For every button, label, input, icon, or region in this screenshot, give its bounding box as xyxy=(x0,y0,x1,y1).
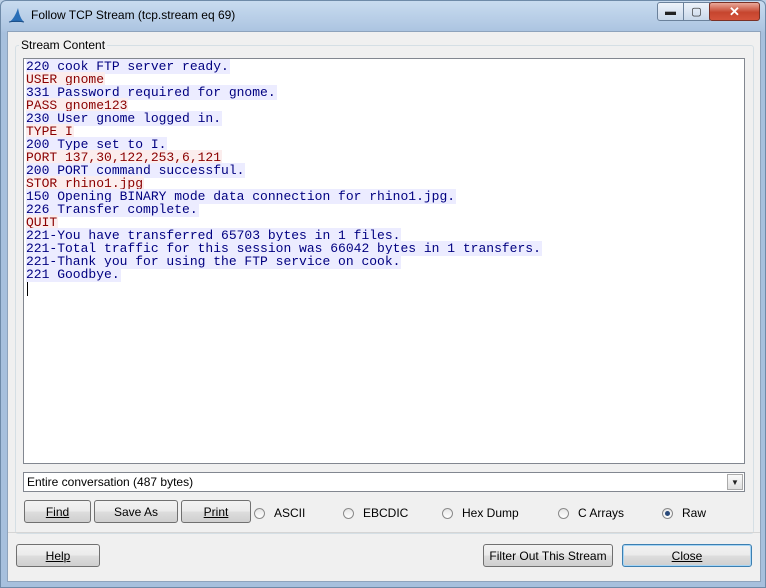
format-radio-ascii[interactable]: ASCII xyxy=(254,505,305,521)
save-as-button[interactable]: Save As xyxy=(94,500,178,523)
follow-tcp-stream-window: Follow TCP Stream (tcp.stream eq 69) ▬ ▢… xyxy=(0,0,766,588)
server-line: 226 Transfer complete. xyxy=(26,202,199,217)
format-radio-raw[interactable]: Raw xyxy=(662,505,706,521)
radio-c-arrays[interactable] xyxy=(558,507,569,519)
window-close-button[interactable]: ✕ xyxy=(709,2,760,21)
radio-ebcdic[interactable] xyxy=(343,507,354,519)
minimize-icon: ▬ xyxy=(665,5,676,18)
window-title: Follow TCP Stream (tcp.stream eq 69) xyxy=(31,8,236,22)
maximize-icon: ▢ xyxy=(691,6,702,18)
stream-content-textarea[interactable]: 220 cook FTP server ready. USER gnome 331 … xyxy=(23,58,745,464)
format-radio-hex-dump[interactable]: Hex Dump xyxy=(442,505,519,521)
minimize-button[interactable]: ▬ xyxy=(657,2,684,21)
maximize-button[interactable]: ▢ xyxy=(683,2,710,21)
format-radio-c-arrays[interactable]: C Arrays xyxy=(558,505,624,521)
radio-raw[interactable] xyxy=(662,507,673,519)
server-line: 331 Password required for gnome. xyxy=(26,85,277,100)
help-button[interactable]: Help xyxy=(16,544,100,567)
filter-out-stream-button[interactable]: Filter Out This Stream xyxy=(483,544,613,567)
format-radio-ebcdic[interactable]: EBCDIC xyxy=(343,505,408,521)
wireshark-fin-icon xyxy=(8,8,25,23)
server-line: 230 User gnome logged in. xyxy=(26,111,223,126)
stream-content-label: Stream Content xyxy=(19,38,108,52)
close-icon: ✕ xyxy=(729,3,740,19)
server-line: 221-Thank you for using the FTP service … xyxy=(26,254,402,269)
footer-separator xyxy=(8,532,760,533)
dialog-client-area: Stream Content 220 cook FTP server ready… xyxy=(7,31,761,582)
radio-ascii[interactable] xyxy=(254,507,265,519)
print-button[interactable]: Print xyxy=(181,500,251,523)
conversation-select[interactable]: Entire conversation (487 bytes) ▼ xyxy=(23,472,745,492)
close-button[interactable]: Close xyxy=(622,544,752,567)
find-button[interactable]: Find xyxy=(24,500,91,523)
radio-hex-dump[interactable] xyxy=(442,507,453,519)
conversation-select-value: Entire conversation (487 bytes) xyxy=(27,475,194,489)
server-line: 220 cook FTP server ready. xyxy=(26,59,230,74)
title-bar[interactable]: Follow TCP Stream (tcp.stream eq 69) ▬ ▢… xyxy=(1,1,765,29)
server-line: 221 Goodbye. xyxy=(26,267,121,282)
chevron-down-icon[interactable]: ▼ xyxy=(727,474,743,490)
text-caret xyxy=(27,282,28,296)
